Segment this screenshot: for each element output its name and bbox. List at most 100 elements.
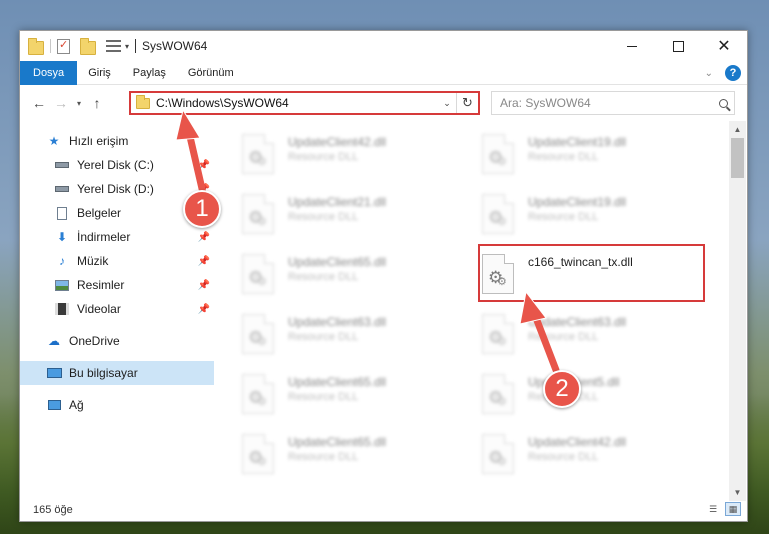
file-type: Resource DLL xyxy=(528,451,599,463)
file-type: Resource DLL xyxy=(288,271,359,283)
dll-file-icon: ⚙ ⚙ xyxy=(242,194,274,234)
file-name: UpdateClient65.dll xyxy=(288,435,387,449)
file-type: Resource DLL xyxy=(288,331,359,343)
sidebar-item-label: Yerel Disk (D:) xyxy=(77,182,154,196)
list-item-target-dll[interactable]: ⚙ ⚙ c166_twincan_tx.dll xyxy=(460,249,680,301)
navigation-bar: ← → ▾ ↑ C:\Windows\SysWOW64 ⌄ ↻ Ara: Sys… xyxy=(20,85,747,121)
sidebar-item-label: OneDrive xyxy=(69,334,120,348)
sidebar-item-label: Yerel Disk (C:) xyxy=(77,158,154,172)
list-item[interactable]: ⚙ ⚙ UpdateClient21.dll Resource DLL xyxy=(220,189,440,241)
view-icon[interactable] xyxy=(106,40,121,52)
list-item[interactable]: ⚙ ⚙ UpdateClient63.dll Resource DLL xyxy=(460,309,680,361)
dll-file-icon: ⚙ ⚙ xyxy=(242,374,274,414)
search-input[interactable]: Ara: SysWOW64 xyxy=(500,96,712,110)
address-path[interactable]: C:\Windows\SysWOW64 xyxy=(156,96,438,110)
file-name: UpdateClient19.dll xyxy=(528,195,627,209)
sidebar-item-videos[interactable]: Videolar 📌 xyxy=(20,297,214,321)
file-name: c166_twincan_tx.dll xyxy=(528,255,633,269)
minimize-button[interactable] xyxy=(609,31,655,61)
sidebar-item-quick-access[interactable]: ★ Hızlı erişim xyxy=(20,129,214,153)
dll-file-icon: ⚙ ⚙ xyxy=(482,374,514,414)
dll-file-icon: ⚙ ⚙ xyxy=(242,134,274,174)
back-button[interactable]: ← xyxy=(28,95,50,111)
file-type: Resource DLL xyxy=(528,331,599,343)
vertical-scrollbar[interactable]: ▲ ▼ xyxy=(729,121,746,501)
customize-arrow-icon[interactable]: ▾ xyxy=(125,42,129,51)
file-name: UpdateClient21.dll xyxy=(288,195,387,209)
address-bar[interactable]: C:\Windows\SysWOW64 ⌄ ↻ xyxy=(129,91,480,115)
file-name: UpdateClient63.dll xyxy=(528,315,627,329)
search-icon[interactable] xyxy=(712,98,734,108)
help-icon[interactable]: ? xyxy=(725,65,741,81)
maximize-button[interactable] xyxy=(655,31,701,61)
window-title: SysWOW64 xyxy=(142,39,208,53)
expand-ribbon-icon[interactable]: ⌄ xyxy=(705,68,713,79)
refresh-button[interactable]: ↻ xyxy=(456,93,478,113)
large-icons-view-icon[interactable]: ▦ xyxy=(725,502,741,516)
sidebar-item-disk-d[interactable]: Yerel Disk (D:) 📌 xyxy=(20,177,214,201)
dll-file-icon: ⚙ ⚙ xyxy=(482,314,514,354)
tab-paylas[interactable]: Paylaş xyxy=(122,61,177,85)
forward-button[interactable]: → xyxy=(50,95,72,111)
folder-icon xyxy=(28,37,44,55)
dll-file-icon: ⚙ ⚙ xyxy=(482,254,514,294)
tab-giris[interactable]: Giriş xyxy=(77,61,122,85)
file-type: Resource DLL xyxy=(528,151,599,163)
item-count: 165 öğe xyxy=(33,504,73,516)
sidebar-item-label: Müzik xyxy=(77,254,109,268)
sidebar-item-this-pc[interactable]: Bu bilgisayar xyxy=(20,361,214,385)
list-item[interactable]: ⚙ ⚙ UpdateClient63.dll Resource DLL xyxy=(220,309,440,361)
file-type: Resource DLL xyxy=(288,151,359,163)
properties-icon[interactable] xyxy=(57,38,70,54)
pin-icon[interactable]: 📌 xyxy=(198,160,210,171)
sidebar-item-disk-c[interactable]: Yerel Disk (C:) 📌 xyxy=(20,153,214,177)
up-button[interactable]: ↑ xyxy=(86,95,108,111)
file-list: ⚙ ⚙ UpdateClient42.dll Resource DLL ⚙ ⚙ Upd… xyxy=(220,121,732,501)
address-dropdown-icon[interactable]: ⌄ xyxy=(438,98,456,109)
scroll-up-icon[interactable]: ▲ xyxy=(729,121,746,138)
tab-dosya[interactable]: Dosya xyxy=(20,60,78,85)
pin-icon[interactable]: 📌 xyxy=(198,304,210,315)
new-folder-icon[interactable] xyxy=(80,37,96,55)
details-view-icon[interactable]: ☰ xyxy=(705,502,721,516)
sidebar-item-network[interactable]: Ağ xyxy=(20,393,214,417)
list-item[interactable]: ⚙ ⚙ UpdateClient19.dll Resource DLL xyxy=(460,129,680,181)
divider xyxy=(50,39,51,53)
tab-gorunum[interactable]: Görünüm xyxy=(177,61,245,85)
list-item[interactable]: ⚙ ⚙ UpdateClient65.dll Resource DLL xyxy=(220,369,440,421)
file-type: Resource DLL xyxy=(288,451,359,463)
sidebar-item-label: Bu bilgisayar xyxy=(69,366,138,380)
list-item[interactable]: ⚙ ⚙ UpdateClient42.dll Resource DLL xyxy=(460,429,680,481)
sidebar-item-downloads[interactable]: ⬇ İndirmeler 📌 xyxy=(20,225,214,249)
network-icon xyxy=(46,398,62,412)
dll-file-icon: ⚙ ⚙ xyxy=(242,254,274,294)
list-item[interactable]: ⚙ ⚙ UpdateClient65.dll Resource DLL xyxy=(220,249,440,301)
list-item[interactable]: ⚙ ⚙ UpdateClient42.dll Resource DLL xyxy=(220,129,440,181)
drive-icon xyxy=(54,158,70,172)
dll-file-icon: ⚙ ⚙ xyxy=(242,434,274,474)
recent-locations-icon[interactable]: ▾ xyxy=(72,99,86,108)
scrollbar-thumb[interactable] xyxy=(731,138,744,178)
divider xyxy=(135,39,137,53)
file-name: UpdateClient63.dll xyxy=(288,315,387,329)
pin-icon[interactable]: 📌 xyxy=(198,280,210,291)
list-item[interactable]: ⚙ ⚙ UpdateClient19.dll Resource DLL xyxy=(460,189,680,241)
explorer-window: ▾ SysWOW64 ✕ Dosya Giriş Paylaş Görünüm … xyxy=(19,30,748,522)
sidebar-item-label: Belgeler xyxy=(77,206,122,220)
sidebar-item-pictures[interactable]: Resimler 📌 xyxy=(20,273,214,297)
videos-icon xyxy=(54,302,70,316)
ribbon-tabs: Dosya Giriş Paylaş Görünüm ⌄ ? xyxy=(20,60,747,85)
step-badge-1: 1 xyxy=(183,190,221,228)
close-button[interactable]: ✕ xyxy=(701,31,747,61)
list-item[interactable]: ⚙ ⚙ UpdateClient65.dll Resource DLL xyxy=(220,429,440,481)
dll-file-icon: ⚙ ⚙ xyxy=(242,314,274,354)
file-name: UpdateClient19.dll xyxy=(528,135,627,149)
pin-icon[interactable]: 📌 xyxy=(198,232,210,243)
status-bar: 165 öğe ☰ ▦ xyxy=(20,499,747,521)
pin-icon[interactable]: 📌 xyxy=(198,256,210,267)
ribbon-right: ⌄ ? xyxy=(705,65,741,81)
sidebar-item-music[interactable]: ♪ Müzik 📌 xyxy=(20,249,214,273)
search-box[interactable]: Ara: SysWOW64 xyxy=(491,91,735,115)
computer-icon xyxy=(46,366,62,380)
sidebar-item-onedrive[interactable]: ☁ OneDrive xyxy=(20,329,214,353)
